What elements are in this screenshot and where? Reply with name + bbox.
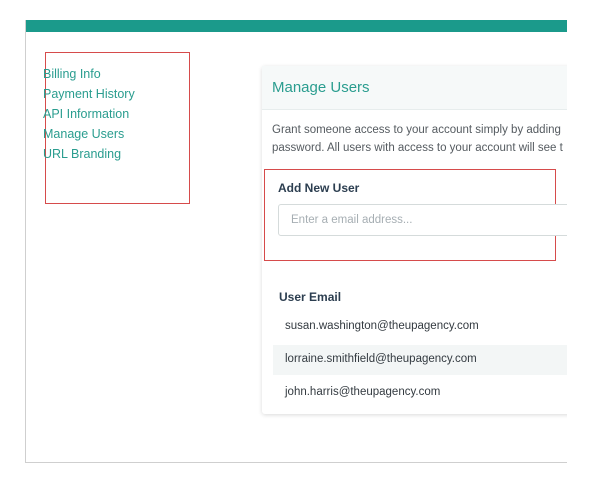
user-email-cell: susan.washington@theupagency.com: [285, 320, 479, 332]
add-new-user-label: Add New User: [278, 181, 360, 195]
app-window: Billing Info Payment History API Informa…: [25, 20, 567, 463]
sidebar-item-manage-users[interactable]: Manage Users: [43, 127, 124, 141]
card-description: Grant someone access to your account sim…: [272, 121, 567, 157]
card-header: Manage Users: [262, 66, 567, 110]
table-row[interactable]: susan.washington@theupagency.com: [273, 312, 567, 342]
sidebar-item-payment-history[interactable]: Payment History: [43, 87, 135, 101]
sidebar-item-billing-info[interactable]: Billing Info: [43, 67, 101, 81]
email-field[interactable]: [278, 204, 567, 236]
sidebar-item-url-branding[interactable]: URL Branding: [43, 147, 121, 161]
page-title: Manage Users: [272, 79, 370, 96]
sidebar-item-api-information[interactable]: API Information: [43, 107, 129, 121]
description-line-1: Grant someone access to your account sim…: [272, 124, 561, 136]
user-email-column-header: User Email: [279, 290, 342, 304]
table-row[interactable]: john.harris@theupagency.com: [273, 378, 567, 408]
user-email-cell: john.harris@theupagency.com: [285, 386, 441, 398]
top-accent-bar: [26, 20, 567, 32]
table-row[interactable]: lorraine.smithfield@theupagency.com: [273, 345, 567, 375]
user-email-cell: lorraine.smithfield@theupagency.com: [285, 353, 477, 365]
description-line-2: password. All users with access to your …: [272, 142, 563, 154]
